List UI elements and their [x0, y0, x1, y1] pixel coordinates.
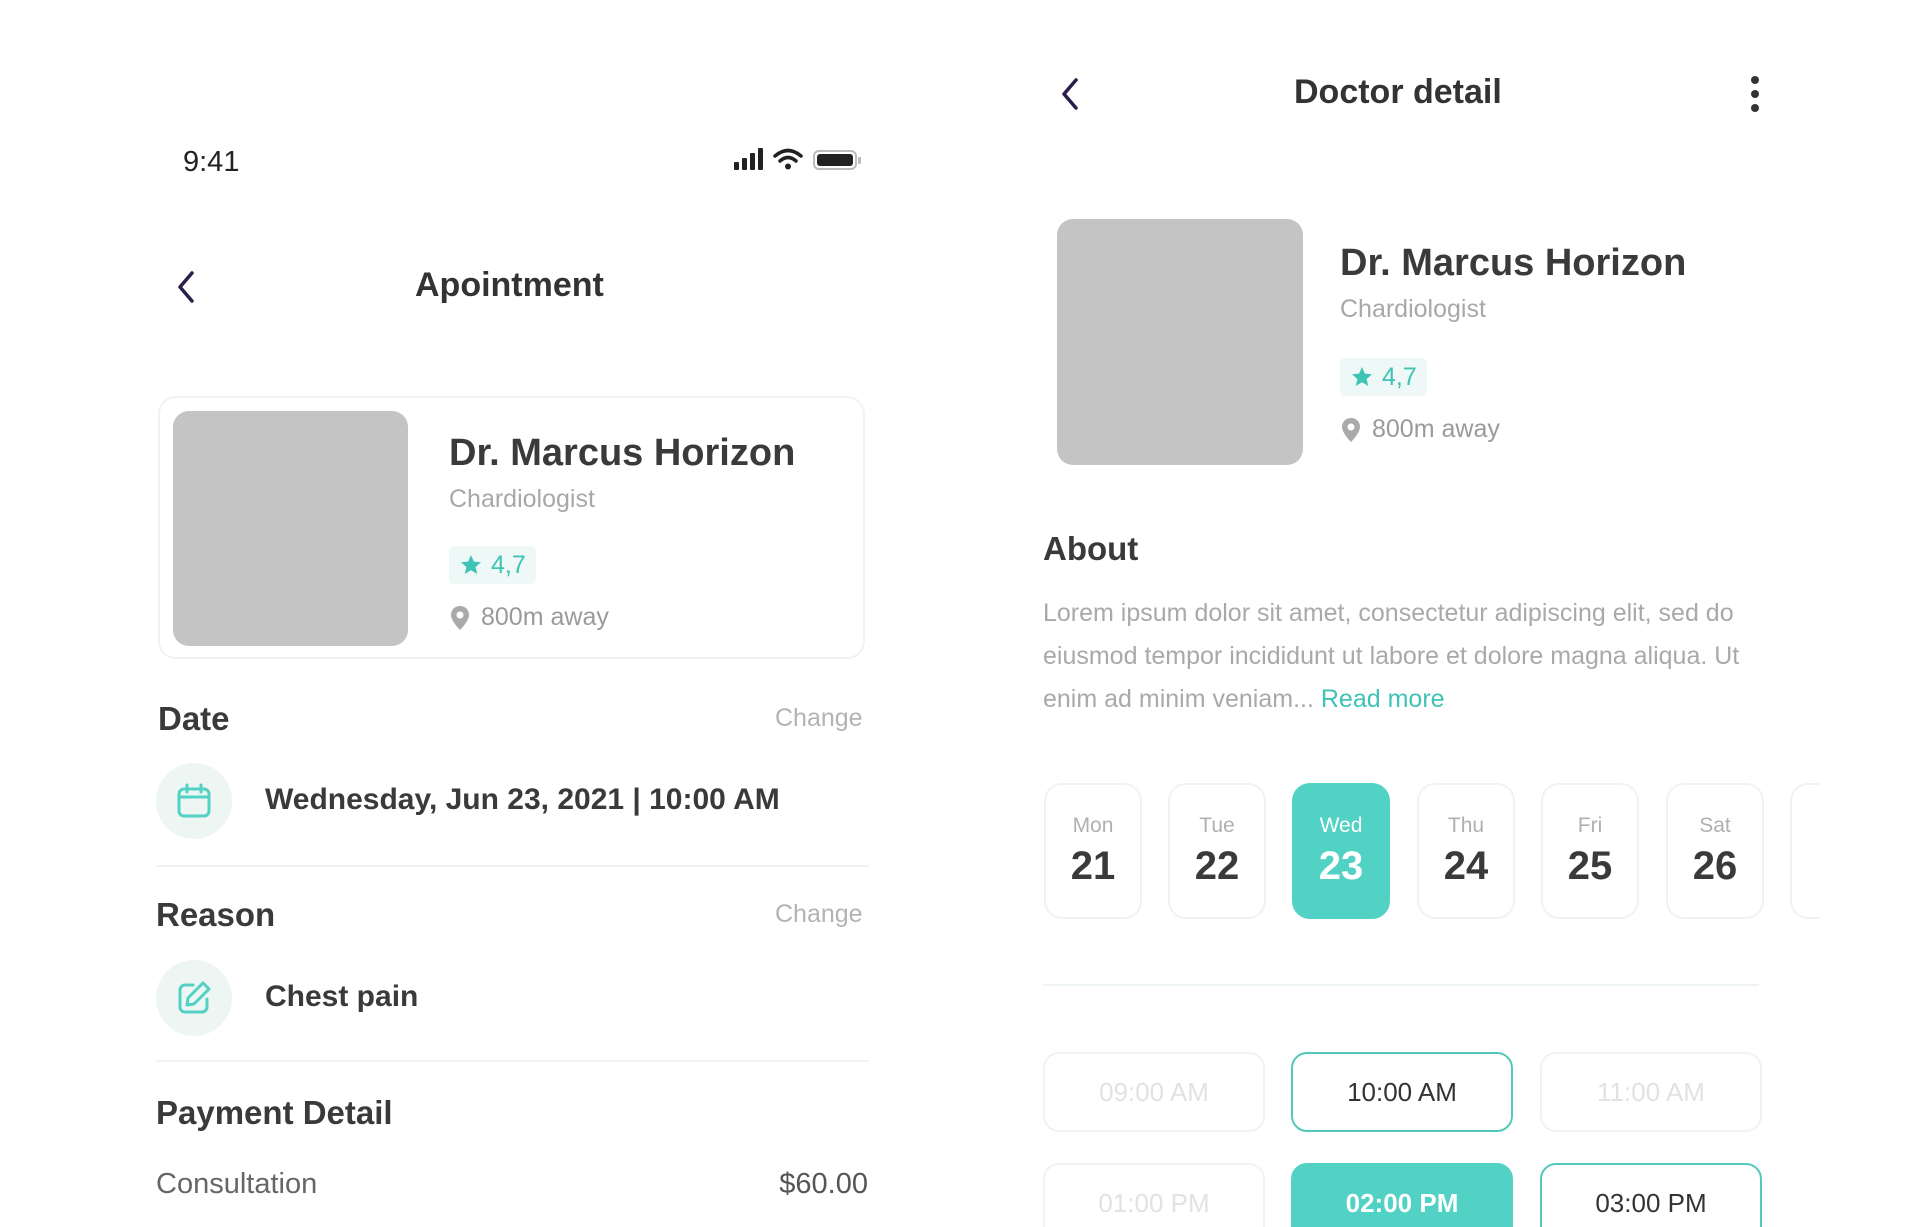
day-date: 26 — [1692, 843, 1738, 888]
about-section-title: About — [1043, 530, 1139, 567]
distance-info: 800m away — [449, 603, 609, 632]
reason-icon-circle — [156, 960, 232, 1036]
change-reason-link[interactable]: Change — [775, 900, 863, 929]
day-pill[interactable]: Sat 26 — [1666, 783, 1764, 919]
back-button[interactable] — [1050, 74, 1090, 114]
day-name: Fri — [1577, 813, 1603, 837]
change-date-link[interactable]: Change — [775, 704, 863, 733]
rating-badge: 4,7 — [449, 546, 536, 584]
payment-row-value: $60.00 — [779, 1168, 868, 1200]
day-pill[interactable]: Mon 21 — [1044, 783, 1142, 919]
time-slot[interactable]: 03:00 PM — [1540, 1163, 1762, 1227]
payment-row-label: Consultation — [156, 1168, 318, 1200]
doctor-name: Dr. Marcus Horizon — [449, 432, 796, 474]
appointment-datetime: Wednesday, Jun 23, 2021 | 10:00 AM — [265, 783, 780, 816]
day-date: 22 — [1194, 843, 1240, 888]
day-date: 25 — [1567, 843, 1613, 888]
back-button[interactable] — [166, 267, 206, 307]
reason-section-title: Reason — [156, 896, 276, 933]
about-text: Lorem ipsum dolor sit amet, consectetur … — [1043, 592, 1743, 721]
day-name: Thu — [1447, 813, 1485, 837]
date-section-title: Date — [158, 700, 230, 737]
reason-value: Chest pain — [265, 980, 419, 1013]
time-slot[interactable]: 02:00 PM — [1291, 1163, 1513, 1227]
day-date: 21 — [1070, 843, 1116, 888]
edit-icon — [178, 981, 211, 1014]
distance-value: 800m away — [1372, 415, 1500, 443]
star-icon — [461, 555, 481, 574]
battery-icon — [813, 150, 861, 170]
distance-info: 800m away — [1340, 415, 1500, 444]
chevron-left-icon — [178, 271, 194, 303]
day-date: 24 — [1443, 843, 1489, 888]
rating-badge: 4,7 — [1340, 358, 1427, 396]
time-slot[interactable]: 10:00 AM — [1291, 1052, 1513, 1132]
read-more-link[interactable]: Read more — [1321, 685, 1445, 713]
day-name: Sat — [1699, 813, 1731, 837]
page-title: Doctor detail — [1294, 73, 1502, 111]
time-slot: 11:00 AM — [1540, 1052, 1762, 1132]
rating-value: 4,7 — [491, 550, 526, 579]
day-pill[interactable]: Wed 23 — [1292, 783, 1390, 919]
day-name: Mon — [1072, 813, 1114, 837]
day-pill[interactable]: Tue 22 — [1168, 783, 1266, 919]
doctor-name: Dr. Marcus Horizon — [1340, 242, 1687, 284]
day-date: 23 — [1318, 843, 1364, 888]
doctor-specialty: Chardiologist — [449, 485, 595, 513]
day-name: Tue — [1199, 813, 1235, 837]
divider — [1043, 984, 1759, 986]
payment-section-title: Payment Detail — [156, 1094, 393, 1131]
distance-value: 800m away — [481, 603, 609, 631]
doctor-photo — [173, 411, 408, 646]
more-options-button[interactable] — [1738, 74, 1772, 114]
more-vertical-icon — [1751, 76, 1759, 112]
status-bar-icons — [734, 148, 861, 170]
day-pill-partial[interactable] — [1790, 783, 1820, 919]
day-pill[interactable]: Thu 24 — [1417, 783, 1515, 919]
signal-icon — [734, 148, 763, 170]
time-slot: 09:00 AM — [1043, 1052, 1265, 1132]
date-icon-circle — [156, 763, 232, 839]
status-bar-time: 9:41 — [183, 146, 240, 178]
divider — [156, 865, 869, 867]
day-pill[interactable]: Fri 25 — [1541, 783, 1639, 919]
rating-value: 4,7 — [1382, 362, 1417, 391]
doctor-photo — [1057, 219, 1303, 465]
wifi-icon — [773, 148, 803, 170]
time-slot: 01:00 PM — [1043, 1163, 1265, 1227]
location-pin-icon — [451, 605, 469, 630]
star-icon — [1352, 367, 1372, 386]
location-pin-icon — [1342, 417, 1360, 442]
chevron-left-icon — [1062, 78, 1078, 110]
page-title: Apointment — [415, 266, 604, 304]
calendar-icon — [177, 783, 211, 818]
doctor-specialty: Chardiologist — [1340, 295, 1486, 323]
day-name: Wed — [1319, 813, 1363, 837]
divider — [156, 1060, 869, 1062]
